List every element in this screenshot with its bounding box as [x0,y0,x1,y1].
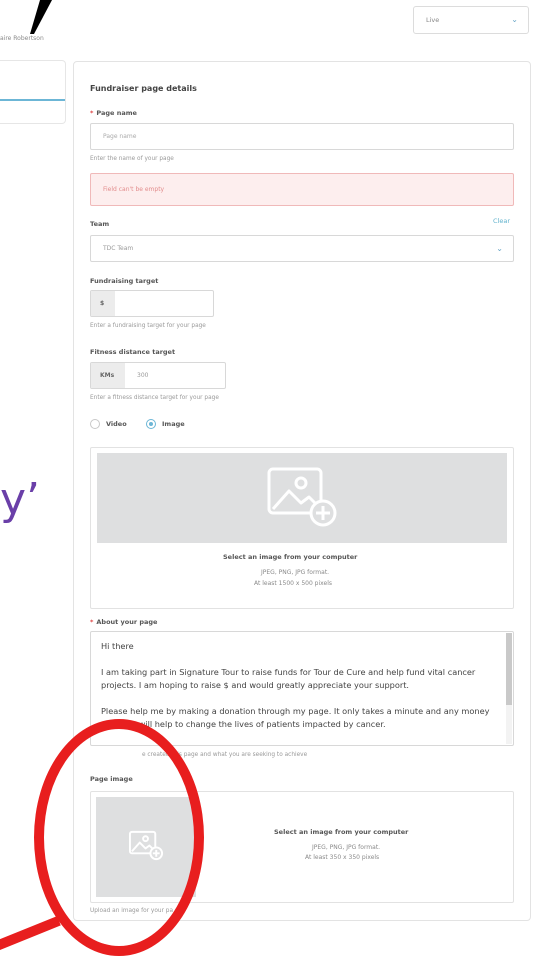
image-add-icon [128,830,164,861]
distance-unit-prefix: KMs [91,363,125,388]
image-add-icon [267,467,337,527]
page-name-hint: Enter the name of your page [90,156,174,162]
radio-video-label[interactable]: Video [106,420,127,428]
about-paragraph: Hi there [101,641,134,651]
radio-image-label[interactable]: Image [162,420,185,428]
chevron-down-icon: ⌄ [511,15,518,24]
page-image-upload[interactable]: Select an image from your computer JPEG,… [90,791,514,903]
card-title: Fundraiser page details [90,84,197,93]
active-tab-indicator [0,99,65,101]
textarea-scrollbar[interactable] [506,633,512,744]
page-image-hint: Upload an image for your pa [90,908,174,914]
status-select[interactable]: Live ⌄ [413,6,529,34]
page-image-upload-formats: JPEG, PNG, JPG format. [312,844,381,851]
banner-drop-area[interactable] [97,453,507,543]
banner-upload-formats: JPEG, PNG, JPG format. [261,569,330,576]
page-name-label: * Page name [90,109,137,117]
fundraising-target-hint: Enter a fundraising target for your page [90,323,206,329]
annotation-red-line [0,916,61,952]
banner-image-upload[interactable]: Select an image from your computer JPEG,… [90,447,514,609]
fundraising-target-input[interactable]: $ [90,290,214,317]
required-mark: * [90,618,94,626]
about-paragraph: Please help me by making a donation thro… [101,706,490,729]
team-select-value: TDC Team [103,245,134,252]
status-select-value: Live [426,16,440,24]
page-image-label: Page image [90,775,133,783]
page-image-upload-size: At least 350 x 350 pixels [305,854,380,861]
fundraiser-details-card: Fundraiser page details * Page name Page … [73,61,531,921]
about-textarea[interactable]: Hi there I am taking part in Signature T… [90,631,514,746]
about-paragraph: I am taking part in Signature Tour to ra… [101,667,476,690]
about-hint: e created this page and what you are see… [142,752,308,758]
fundraising-target-label: Fundraising target [90,277,159,285]
left-nav-tab[interactable] [0,60,66,124]
fitness-target-label: Fitness distance target [90,348,176,356]
chevron-down-icon: ⌄ [496,244,503,253]
fitness-target-input[interactable]: KMs 300 [90,362,226,389]
banner-upload-title: Select an image from your computer [223,553,358,561]
scrollbar-thumb[interactable] [506,633,512,705]
radio-video[interactable] [90,419,100,429]
page-image-drop-area[interactable] [96,797,196,897]
page-name-placeholder: Page name [103,133,137,140]
team-clear-link[interactable]: Clear [493,217,510,225]
page-name-error: Field can't be empty [90,173,514,206]
page-name-input[interactable]: Page name [90,123,514,150]
team-label: Team [90,220,110,228]
page-image-upload-title: Select an image from your computer [274,828,409,836]
annotation-black-stroke [30,0,52,34]
about-label: * About your page [90,618,158,626]
required-mark: * [90,109,94,117]
team-select[interactable]: TDC Team ⌄ [90,235,514,262]
fitness-target-value: 300 [137,372,149,379]
annotation-purple-text: y’ [0,474,41,525]
radio-image[interactable] [146,419,156,429]
fitness-target-hint: Enter a fitness distance target for your… [90,395,219,401]
banner-upload-size: At least 1500 x 500 pixels [254,580,332,587]
currency-prefix: $ [91,291,115,316]
